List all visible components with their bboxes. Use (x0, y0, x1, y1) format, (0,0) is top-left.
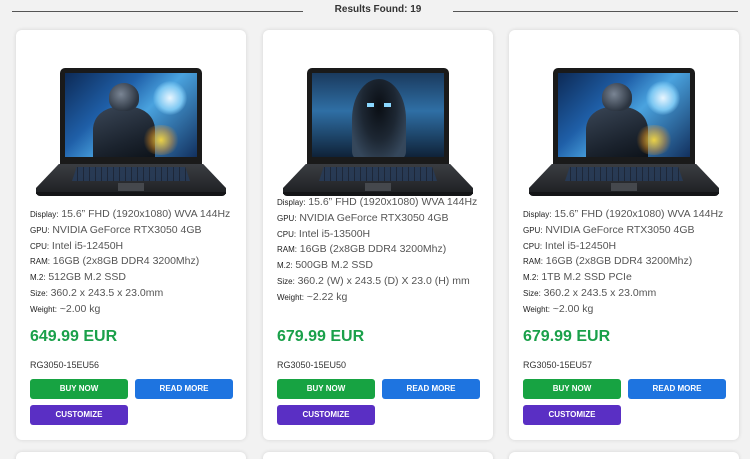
spec-cpu: CPU: Intel i5-12450H (523, 239, 617, 252)
spec-storage: M.2: 512GB M.2 SSD (30, 271, 126, 284)
spec-weight: Weight: ~2.00 kg (30, 302, 101, 315)
spec-ram: RAM: 16GB (2x8GB DDR4 3200Mhz) (523, 255, 693, 268)
product-sku: RG3050-15EU50 (277, 360, 347, 370)
spec-display: Display: 15.6” FHD (1920x1080) WVA 144Hz (523, 208, 724, 220)
spec-gpu: GPU: NVIDIA GeForce RTX3050 4GB (30, 223, 202, 236)
buy-now-button[interactable]: BUY NOW (523, 379, 621, 399)
spec-list: Display: 15.6” FHD (1920x1080) WVA 144Hz… (30, 208, 236, 319)
laptop-image[interactable] (36, 68, 226, 198)
spec-weight: Weight: ~2.00 kg (523, 302, 594, 315)
spec-size: Size: 360.2 x 243.5 x 23.0mm (30, 286, 164, 299)
product-card: Display: 15.6” FHD (1920x1080) WVA 144Hz… (16, 30, 246, 440)
spec-cpu: CPU: Intel i5-12450H (30, 239, 124, 252)
spec-gpu: GPU: NVIDIA GeForce RTX3050 4GB (277, 211, 449, 224)
spec-display: Display: 15.6” FHD (1920x1080) WVA 144Hz (30, 208, 231, 220)
spec-size: Size: 360.2 (W) x 243.5 (D) X 23.0 (H) m… (277, 274, 470, 287)
spec-list: Display: 15.6” FHD (1920x1080) WVA 144Hz… (523, 208, 729, 319)
spec-storage: M.2: 1TB M.2 SSD PCIe (523, 271, 632, 284)
laptop-image[interactable] (529, 68, 719, 198)
results-count: Results Found: 19 (334, 4, 422, 15)
buy-now-button[interactable]: BUY NOW (277, 379, 375, 399)
read-more-button[interactable]: READ MORE (628, 379, 726, 399)
spec-list: Display: 15.6” FHD (1920x1080) WVA 144Hz… (277, 196, 483, 307)
spec-ram: RAM: 16GB (2x8GB DDR4 3200Mhz) (30, 255, 200, 268)
buy-now-button[interactable]: BUY NOW (30, 379, 128, 399)
price: 679.99 EUR (277, 328, 365, 345)
spec-storage: M.2: 500GB M.2 SSD (277, 259, 373, 272)
product-sku: RG3050-15EU57 (523, 360, 593, 370)
product-card-partial (509, 452, 739, 459)
product-card: Display: 15.6” FHD (1920x1080) WVA 144Hz… (509, 30, 739, 440)
spec-size: Size: 360.2 x 243.5 x 23.0mm (523, 286, 657, 299)
spec-display: Display: 15.6” FHD (1920x1080) WVA 144Hz (277, 196, 478, 208)
read-more-button[interactable]: READ MORE (135, 379, 233, 399)
spec-gpu: GPU: NVIDIA GeForce RTX3050 4GB (523, 223, 695, 236)
product-card-partial (263, 452, 493, 459)
product-card-partial (16, 452, 246, 459)
customize-button[interactable]: CUSTOMIZE (277, 405, 375, 425)
customize-button[interactable]: CUSTOMIZE (30, 405, 128, 425)
laptop-image[interactable] (283, 68, 473, 198)
spec-ram: RAM: 16GB (2x8GB DDR4 3200Mhz) (277, 243, 447, 256)
product-card: Display: 15.6” FHD (1920x1080) WVA 144Hz… (263, 30, 493, 440)
read-more-button[interactable]: READ MORE (382, 379, 480, 399)
price: 679.99 EUR (523, 328, 611, 345)
spec-weight: Weight: ~2.22 kg (277, 290, 348, 303)
divider (453, 11, 738, 12)
divider (12, 11, 303, 12)
price: 649.99 EUR (30, 328, 118, 345)
spec-cpu: CPU: Intel i5-13500H (277, 227, 371, 240)
product-sku: RG3050-15EU56 (30, 360, 100, 370)
customize-button[interactable]: CUSTOMIZE (523, 405, 621, 425)
results-header: Results Found: 19 (0, 0, 750, 24)
